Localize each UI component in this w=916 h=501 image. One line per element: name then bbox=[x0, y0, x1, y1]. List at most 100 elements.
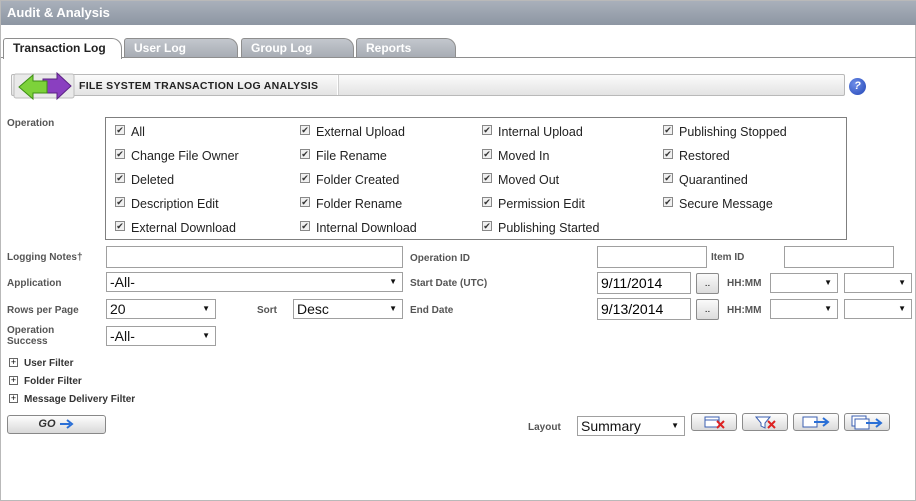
checkbox-moved-out[interactable]: ✔ bbox=[482, 173, 492, 183]
sort-label: Sort bbox=[257, 305, 277, 316]
operation-id-input[interactable] bbox=[597, 246, 707, 268]
export-arrow-icon bbox=[802, 416, 830, 428]
checkbox-label-change-file-owner[interactable]: Change File Owner bbox=[131, 149, 239, 163]
item-id-input[interactable] bbox=[784, 246, 894, 268]
checkbox-quarantined[interactable]: ✔ bbox=[663, 173, 673, 183]
tab-transaction-log[interactable]: Transaction Log bbox=[3, 38, 122, 59]
checkbox-label-folder-rename[interactable]: Folder Rename bbox=[316, 197, 402, 211]
clear-layout-button[interactable] bbox=[691, 413, 737, 431]
checkbox-label-external-upload[interactable]: External Upload bbox=[316, 125, 405, 139]
chevron-down-icon: ▼ bbox=[671, 421, 679, 430]
logging-notes-input[interactable] bbox=[106, 246, 403, 268]
checkbox-label-secure-message[interactable]: Secure Message bbox=[679, 197, 773, 211]
checkbox-publishing-started[interactable]: ✔ bbox=[482, 221, 492, 231]
start-date-picker-button[interactable]: .. bbox=[696, 273, 719, 294]
checkbox-label-restored[interactable]: Restored bbox=[679, 149, 730, 163]
operation-success-label: Operation Success bbox=[7, 325, 55, 347]
tab-reports[interactable]: Reports bbox=[356, 38, 456, 58]
sort-value: Desc bbox=[297, 301, 329, 317]
checkbox-file-rename[interactable]: ✔ bbox=[300, 149, 310, 159]
go-button[interactable]: GO bbox=[7, 415, 106, 434]
operation-label: Operation bbox=[7, 118, 55, 129]
start-date-input[interactable]: 9/11/2014 bbox=[597, 272, 691, 294]
checkbox-description-edit[interactable]: ✔ bbox=[115, 197, 125, 207]
checkbox-label-publishing-started[interactable]: Publishing Started bbox=[498, 221, 599, 235]
checkbox-external-download[interactable]: ✔ bbox=[115, 221, 125, 231]
checkbox-label-permission-edit[interactable]: Permission Edit bbox=[498, 197, 585, 211]
item-id-label: Item ID bbox=[711, 252, 745, 263]
checkbox-publishing-stopped[interactable]: ✔ bbox=[663, 125, 673, 135]
clear-filter-button[interactable] bbox=[742, 413, 788, 431]
start-minute-select[interactable]: ▼ bbox=[844, 273, 912, 293]
layout-value: Summary bbox=[581, 418, 641, 434]
checkbox-label-folder-created[interactable]: Folder Created bbox=[316, 173, 399, 187]
filter-delete-icon bbox=[754, 416, 776, 429]
application-select[interactable]: -All- ▼ bbox=[106, 272, 403, 292]
checkbox-internal-download[interactable]: ✔ bbox=[300, 221, 310, 231]
arrow-right-icon bbox=[59, 419, 74, 429]
expand-plus-icon[interactable]: + bbox=[9, 358, 18, 367]
chevron-down-icon: ▼ bbox=[898, 278, 906, 287]
checkbox-permission-edit[interactable]: ✔ bbox=[482, 197, 492, 207]
tab-user-log[interactable]: User Log bbox=[124, 38, 238, 58]
chevron-down-icon: ▼ bbox=[389, 277, 397, 286]
layout-select[interactable]: Summary ▼ bbox=[577, 416, 685, 436]
checkbox-external-upload[interactable]: ✔ bbox=[300, 125, 310, 135]
checkbox-deleted[interactable]: ✔ bbox=[115, 173, 125, 183]
checkbox-all[interactable]: ✔ bbox=[115, 125, 125, 135]
rows-per-page-select[interactable]: 20 ▼ bbox=[106, 299, 216, 319]
checkbox-internal-upload[interactable]: ✔ bbox=[482, 125, 492, 135]
expand-plus-icon[interactable]: + bbox=[9, 376, 18, 385]
folder-filter-toggle[interactable]: Folder Filter bbox=[24, 376, 82, 387]
end-date-label: End Date bbox=[410, 305, 454, 316]
checkbox-label-moved-out[interactable]: Moved Out bbox=[498, 173, 559, 187]
banner-title: FILE SYSTEM TRANSACTION LOG ANALYSIS bbox=[79, 80, 319, 92]
end-date-input[interactable]: 9/13/2014 bbox=[597, 298, 691, 320]
end-hour-select[interactable]: ▼ bbox=[770, 299, 838, 319]
checkbox-label-all[interactable]: All bbox=[131, 125, 145, 139]
checkbox-label-publishing-stopped[interactable]: Publishing Stopped bbox=[679, 125, 787, 139]
operation-id-label: Operation ID bbox=[410, 253, 471, 264]
layout-label: Layout bbox=[528, 422, 561, 433]
operation-success-value: -All- bbox=[110, 328, 135, 344]
rows-per-page-label: Rows per Page bbox=[7, 305, 79, 316]
checkbox-moved-in[interactable]: ✔ bbox=[482, 149, 492, 159]
checkbox-restored[interactable]: ✔ bbox=[663, 149, 673, 159]
checkbox-folder-rename[interactable]: ✔ bbox=[300, 197, 310, 207]
operation-success-select[interactable]: -All- ▼ bbox=[106, 326, 216, 346]
checkbox-change-file-owner[interactable]: ✔ bbox=[115, 149, 125, 159]
checkbox-secure-message[interactable]: ✔ bbox=[663, 197, 673, 207]
checkbox-folder-created[interactable]: ✔ bbox=[300, 173, 310, 183]
export-button[interactable] bbox=[793, 413, 839, 431]
checkbox-label-external-download[interactable]: External Download bbox=[131, 221, 236, 235]
end-date-picker-button[interactable]: .. bbox=[696, 299, 719, 320]
checkbox-label-file-rename[interactable]: File Rename bbox=[316, 149, 387, 163]
end-hhmm-label: HH:MM bbox=[727, 305, 762, 316]
start-date-label: Start Date (UTC) bbox=[410, 278, 488, 289]
help-icon[interactable]: ? bbox=[849, 78, 866, 95]
checkbox-label-internal-download[interactable]: Internal Download bbox=[316, 221, 417, 235]
checkbox-label-quarantined[interactable]: Quarantined bbox=[679, 173, 748, 187]
export-all-button[interactable] bbox=[844, 413, 890, 431]
checkbox-label-deleted[interactable]: Deleted bbox=[131, 173, 174, 187]
chevron-down-icon: ▼ bbox=[824, 304, 832, 313]
checkbox-label-description-edit[interactable]: Description Edit bbox=[131, 197, 219, 211]
start-hour-select[interactable]: ▼ bbox=[770, 273, 838, 293]
tab-divider bbox=[1, 57, 916, 58]
export-all-arrow-icon bbox=[851, 415, 883, 430]
banner-separator bbox=[337, 75, 338, 95]
chevron-down-icon: ▼ bbox=[824, 278, 832, 287]
window-title: Audit & Analysis bbox=[1, 1, 916, 25]
tab-group-log[interactable]: Group Log bbox=[241, 38, 354, 58]
table-delete-icon bbox=[704, 416, 725, 429]
expand-plus-icon[interactable]: + bbox=[9, 394, 18, 403]
sort-select[interactable]: Desc ▼ bbox=[293, 299, 403, 319]
end-minute-select[interactable]: ▼ bbox=[844, 299, 912, 319]
user-filter-toggle[interactable]: User Filter bbox=[24, 358, 73, 369]
go-label: GO bbox=[38, 418, 56, 430]
chevron-down-icon: ▼ bbox=[202, 331, 210, 340]
checkbox-label-moved-in[interactable]: Moved In bbox=[498, 149, 549, 163]
message-delivery-filter-toggle[interactable]: Message Delivery Filter bbox=[24, 394, 135, 405]
rows-per-page-value: 20 bbox=[110, 301, 126, 317]
checkbox-label-internal-upload[interactable]: Internal Upload bbox=[498, 125, 583, 139]
